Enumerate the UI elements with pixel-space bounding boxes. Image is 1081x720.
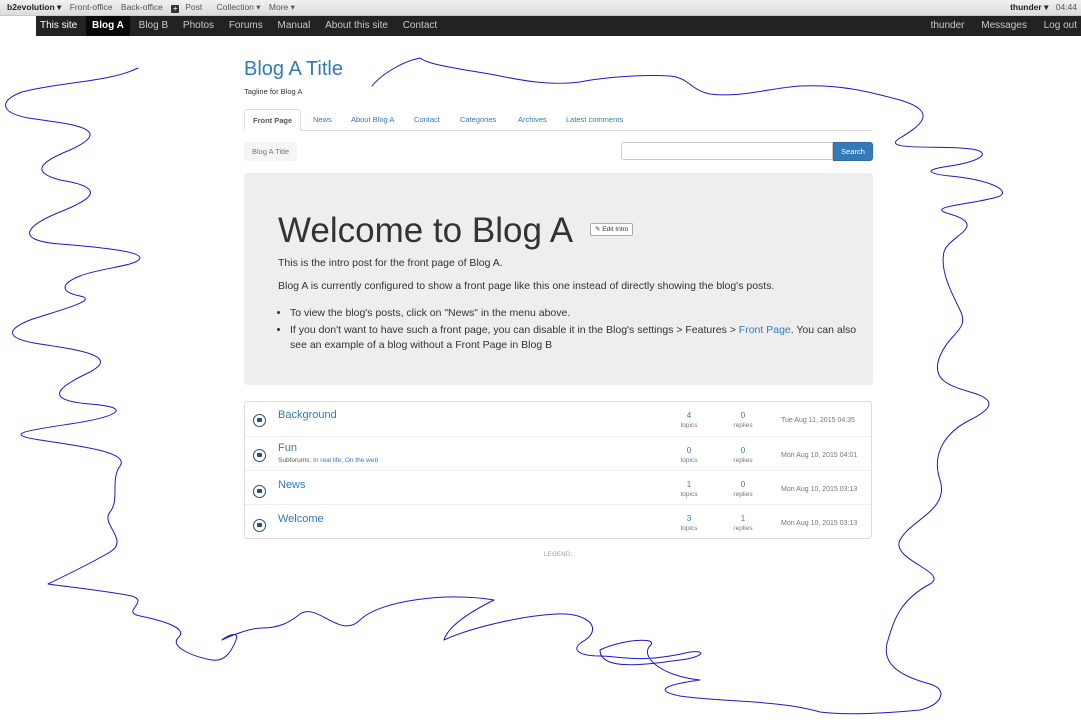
collection-menu[interactable]: Collection ▾ [217, 2, 261, 12]
site-navbar-left: This site Blog A Blog B Photos Forums Ma… [36, 16, 443, 36]
search-input[interactable] [621, 142, 833, 160]
topics-count[interactable]: 3 topics [669, 514, 709, 533]
replies-label: replies [733, 422, 753, 429]
replies-number: 1 [740, 514, 746, 523]
tab-latest-comments[interactable]: Latest comments [566, 109, 623, 129]
replies-count[interactable]: 0 replies [723, 480, 763, 499]
site-navbar: This site Blog A Blog B Photos Forums Ma… [36, 16, 1081, 36]
intro-text: If you don't want to have such a front p… [290, 324, 739, 336]
back-office-link[interactable]: Back-office [121, 2, 163, 12]
forum-name[interactable]: Background [278, 409, 337, 421]
nav-forums[interactable]: Forums [223, 16, 269, 36]
topics-label: topics [680, 457, 698, 464]
replies-label: replies [733, 491, 753, 498]
folder-icon [253, 485, 266, 498]
forum-name[interactable]: News [278, 479, 306, 491]
topics-label: topics [680, 422, 698, 429]
intro-list-item: If you don't want to have such a front p… [290, 323, 870, 353]
topics-label: topics [680, 525, 698, 532]
replies-count[interactable]: 1 replies [723, 514, 763, 533]
topics-count[interactable]: 0 topics [669, 446, 709, 465]
replies-label: replies [733, 525, 753, 532]
admin-toolbar: b2evolution ▾ Front-office Back-office +… [0, 0, 1081, 16]
nav-about-this-site[interactable]: About this site [319, 16, 394, 36]
more-menu[interactable]: More ▾ [269, 2, 295, 12]
tab-contact[interactable]: Contact [414, 109, 440, 129]
plus-icon: + [171, 4, 180, 13]
clock: 04:44 [1055, 2, 1077, 12]
front-page-settings-link[interactable]: Front Page [739, 324, 791, 336]
new-post-link[interactable]: + Post [171, 2, 208, 13]
tab-news[interactable]: News [313, 109, 332, 129]
forum-row: News 1 topics 0 replies Mon Aug 10, 2015 0… [245, 470, 871, 505]
forum-name[interactable]: Welcome [278, 513, 324, 525]
intro-heading: Welcome to Blog A [278, 211, 574, 250]
intro-paragraph-1: This is the intro post for the front pag… [278, 257, 503, 269]
last-post-date: Mon Aug 10, 2015 03:13 [781, 486, 858, 493]
subforums-label: Subforums: [278, 457, 312, 464]
replies-number: 0 [740, 480, 746, 489]
front-office-link[interactable]: Front-office [70, 2, 113, 12]
folder-icon [253, 414, 266, 427]
replies-number: 0 [740, 411, 746, 420]
tab-front-page[interactable]: Front Page [244, 109, 302, 131]
tab-about-blog-a[interactable]: About Blog A [351, 109, 394, 129]
last-post-date: Tue Aug 11, 2015 04:35 [781, 417, 855, 424]
user-menu[interactable]: thunder ▾ [1010, 2, 1048, 12]
forum-row: Welcome 3 topics 1 replies Mon Aug 10, 201… [245, 504, 871, 539]
topics-count[interactable]: 4 topics [669, 411, 709, 430]
folder-icon [253, 519, 266, 532]
tab-categories[interactable]: Categories [460, 109, 496, 129]
nav-messages[interactable]: Messages [977, 16, 1031, 36]
forum-row: Background 4 topics 0 replies Tue Aug 11, … [245, 402, 871, 436]
admin-toolbar-left: b2evolution ▾ Front-office Back-office +… [7, 0, 301, 15]
topics-number: 3 [686, 514, 692, 523]
replies-number: 0 [740, 446, 746, 455]
nav-logout[interactable]: Log out [1040, 16, 1081, 36]
edit-intro-button[interactable]: ✎ Edit Intro [590, 223, 634, 236]
nav-manual[interactable]: Manual [272, 16, 317, 36]
replies-count[interactable]: 0 replies [723, 446, 763, 465]
replies-label: replies [733, 457, 753, 464]
b2evolution-menu[interactable]: b2evolution ▾ [7, 2, 61, 12]
legend-label: LEGEND: [544, 552, 573, 558]
last-post-date: Mon Aug 10, 2015 03:13 [781, 520, 858, 527]
post-label: Post [185, 2, 203, 12]
nav-this-site[interactable]: This site [36, 16, 83, 36]
nav-contact[interactable]: Contact [397, 16, 443, 36]
topics-number: 1 [686, 480, 692, 489]
last-post-date: Mon Aug 10, 2015 04:01 [781, 452, 858, 459]
site-navbar-right: thunder Messages Log out [921, 16, 1081, 36]
topics-label: topics [680, 491, 698, 498]
tab-archives[interactable]: Archives [518, 109, 547, 129]
nav-blog-a[interactable]: Blog A [86, 16, 130, 36]
topics-count[interactable]: 1 topics [669, 480, 709, 499]
search-button[interactable]: Search [833, 142, 873, 161]
nav-user[interactable]: thunder [927, 16, 969, 36]
admin-toolbar-right: thunder ▾ 04:44 [1010, 0, 1077, 15]
subforum-links[interactable]: In real life, On the web [313, 457, 378, 464]
folder-icon [253, 449, 266, 462]
subforums: Subforums: In real life, On the web [278, 457, 378, 464]
forum-name[interactable]: Fun [278, 442, 297, 454]
replies-count[interactable]: 0 replies [723, 411, 763, 430]
forum-list: Background 4 topics 0 replies Tue Aug 11, … [244, 401, 872, 539]
intro-list: To view the blog's posts, click on "News… [278, 306, 870, 355]
blog-tabs: Front Page News About Blog A Contact Cat… [244, 109, 872, 131]
blog-title[interactable]: Blog A Title [244, 58, 343, 81]
forum-row: Fun Subforums: In real life, On the web … [245, 436, 871, 471]
nav-photos[interactable]: Photos [177, 16, 220, 36]
intro-panel: Welcome to Blog A ✎ Edit Intro This is t… [244, 173, 873, 385]
topics-number: 4 [686, 411, 692, 420]
nav-blog-b[interactable]: Blog B [133, 16, 174, 36]
intro-paragraph-2: Blog A is currently configured to show a… [278, 280, 775, 292]
blog-tagline: Tagline for Blog A [244, 87, 303, 96]
edit-intro-label: Edit Intro [602, 226, 629, 233]
topics-number: 0 [686, 446, 692, 455]
intro-list-item: To view the blog's posts, click on "News… [290, 306, 870, 321]
breadcrumb[interactable]: Blog A Title [244, 142, 298, 161]
